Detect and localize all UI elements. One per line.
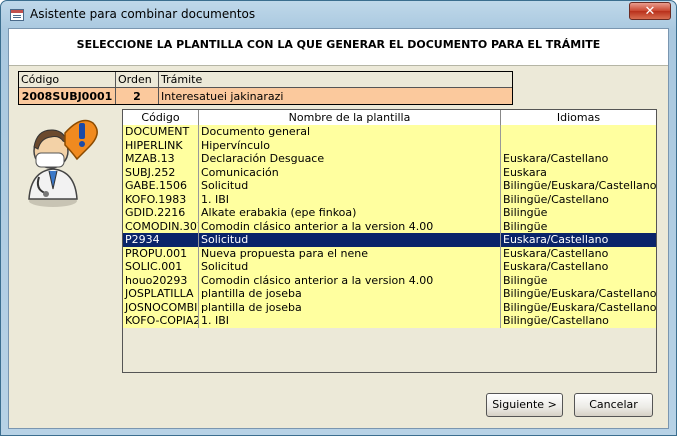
cancel-button[interactable]: Cancelar <box>574 393 653 417</box>
table-row[interactable]: KOFO-COPIA2 1. IBI Bilingüe/Castellano <box>123 314 656 328</box>
wizard-window: Asistente para combinar documentos ✕ SEL… <box>0 0 677 436</box>
cell-nombre: Hipervínculo <box>199 138 501 152</box>
cell-nombre: Solicitud <box>199 233 501 247</box>
cell-codigo: GDID.2216 <box>123 206 199 220</box>
cell-nombre: Comunicación <box>199 165 501 179</box>
cell-nombre: plantilla de joseba <box>199 300 501 314</box>
cell-codigo: KOFO-COPIA2 <box>125 314 199 328</box>
table-row[interactable]: SOLIC.001 Solicitud Euskara/Castellano <box>123 260 656 274</box>
cell-nombre: plantilla de joseba <box>199 287 501 301</box>
cell-idiomas <box>501 139 656 153</box>
cell-idiomas: Bilingüe/Castellano <box>503 314 609 327</box>
column-header-nombre[interactable]: Nombre de la plantilla <box>199 110 501 125</box>
cell-nombre: Comodin clásico anterior a la version 4.… <box>199 273 501 287</box>
cell-idiomas: Euskara/Castellano <box>503 152 609 165</box>
cell-idiomas: Bilingüe <box>503 273 548 287</box>
header-panel: SELECCIONE LA PLANTILLA CON LA QUE GENER… <box>9 29 668 66</box>
close-icon: ✕ <box>644 4 656 19</box>
cell-codigo: DOCUMENT <box>123 125 199 139</box>
cell-codigo: houo20293 <box>123 273 199 287</box>
client-area: SELECCIONE LA PLANTILLA CON LA QUE GENER… <box>8 28 669 429</box>
cell-codigo: KOFO.1983 <box>123 192 199 206</box>
cell-nombre: Nueva propuesta para el nene <box>199 246 501 260</box>
cell-idiomas: Bilingüe <box>503 206 548 219</box>
cell-nombre: Comodin clásico anterior a la version 4.… <box>199 219 501 233</box>
tramite-header: Trámite <box>161 73 203 86</box>
cell-idiomas: Bilingüe/Euskara/Castellano <box>503 300 656 314</box>
order-value: 2 <box>116 87 159 104</box>
cell-idiomas: Euskara/Castellano <box>503 233 609 246</box>
cell-nombre: Solicitud <box>199 260 501 274</box>
doctor-info-icon <box>19 111 99 211</box>
cell-nombre: Declaración Desguace <box>199 152 501 166</box>
table-row[interactable]: PROPU.001 Nueva propuesta para el nene Eus… <box>123 246 656 260</box>
table-row[interactable]: GDID.2216 Alkate erabakia (epe finkoa) Bil… <box>123 206 656 220</box>
cell-codigo: JOSNOCOMBI <box>125 300 199 314</box>
cell-nombre: 1. IBI <box>199 192 501 206</box>
expediente-code-header: Código expediente <box>19 72 116 101</box>
cell-codigo: GABE.1506 <box>123 179 199 193</box>
cell-codigo: HIPERLINK <box>123 138 199 152</box>
cell-nombre: Alkate erabakia (epe finkoa) <box>199 206 501 220</box>
instruction-text: SELECCIONE LA PLANTILLA CON LA QUE GENER… <box>76 38 601 51</box>
cell-codigo: P2934 <box>123 233 199 247</box>
order-header: Orden <box>116 72 159 87</box>
title-bar[interactable]: Asistente para combinar documentos ✕ <box>1 1 676 29</box>
cell-codigo: PROPU.001 <box>123 246 199 260</box>
cell-nombre: 1. IBI <box>199 314 501 328</box>
close-button[interactable]: ✕ <box>629 2 671 20</box>
window-title: Asistente para combinar documentos <box>30 7 256 21</box>
cell-nombre: Solicitud <box>199 179 501 193</box>
cell-idiomas: Bilingüe/Euskara/Castellano <box>503 287 656 300</box>
table-row[interactable]: HIPERLINK Hipervínculo <box>123 138 656 153</box>
grid-rows: DOCUMENT Documento general HIPERLINK Hiperv… <box>123 125 656 328</box>
next-button[interactable]: Siguiente > <box>486 393 563 417</box>
cell-codigo: SUBJ.252 <box>123 165 199 179</box>
grid-header: Código Nombre de la plantilla Idiomas <box>123 110 656 126</box>
table-row[interactable]: KOFO.1983 1. IBI Bilingüe/Castellano <box>123 192 656 206</box>
table-row[interactable]: COMODIN.307 Comodin clásico anterior a la… <box>123 219 656 233</box>
table-row[interactable]: JOSNOCOMBI plantilla de joseba Bilingüe/Eu… <box>123 300 656 314</box>
table-row[interactable]: SUBJ.252 Comunicación Euskara <box>123 165 656 179</box>
cell-codigo: COMODIN.307 <box>125 219 199 233</box>
column-header-codigo[interactable]: Código <box>123 110 199 125</box>
expediente-code-value: 2008SUBJ0001 <box>19 87 116 104</box>
cell-idiomas: Euskara/Castellano <box>503 260 609 273</box>
form-icon <box>10 9 24 21</box>
table-row[interactable]: houo20293 Comodin clásico anterior a la v… <box>123 273 656 287</box>
cell-nombre: Documento general <box>199 125 501 139</box>
cell-idiomas: Bilingüe/Castellano <box>503 192 609 206</box>
cell-codigo: MZAB.13 <box>123 152 199 166</box>
table-row[interactable]: DOCUMENT Documento general <box>123 125 656 139</box>
templates-grid[interactable]: Código Nombre de la plantilla Idiomas DO… <box>122 109 657 373</box>
table-row[interactable]: GABE.1506 Solicitud Bilingüe/Euskara/Caste… <box>123 179 656 193</box>
cell-idiomas <box>501 125 656 139</box>
cell-idiomas: Euskara/Castellano <box>503 246 609 260</box>
cell-idiomas: Bilingüe <box>503 219 548 233</box>
table-row[interactable]: MZAB.13 Declaración Desguace Euskara/Caste… <box>123 152 656 166</box>
table-row[interactable]: JOSPLATILLA plantilla de joseba Bilingüe/E… <box>123 287 656 301</box>
column-header-idiomas[interactable]: Idiomas <box>501 110 656 125</box>
table-row[interactable]: P2934 Solicitud Euskara/Castellano <box>123 233 656 247</box>
cell-codigo: JOSPLATILLA <box>123 287 199 301</box>
tramite-value: Interesatuei jakinarazi <box>159 87 512 104</box>
cell-idiomas: Euskara <box>503 165 547 179</box>
expediente-table: Código expediente Orden Trámite 2008SUBJ… <box>18 71 513 105</box>
cell-codigo: SOLIC.001 <box>123 260 199 274</box>
cell-idiomas: Bilingüe/Euskara/Castellano <box>503 179 656 192</box>
